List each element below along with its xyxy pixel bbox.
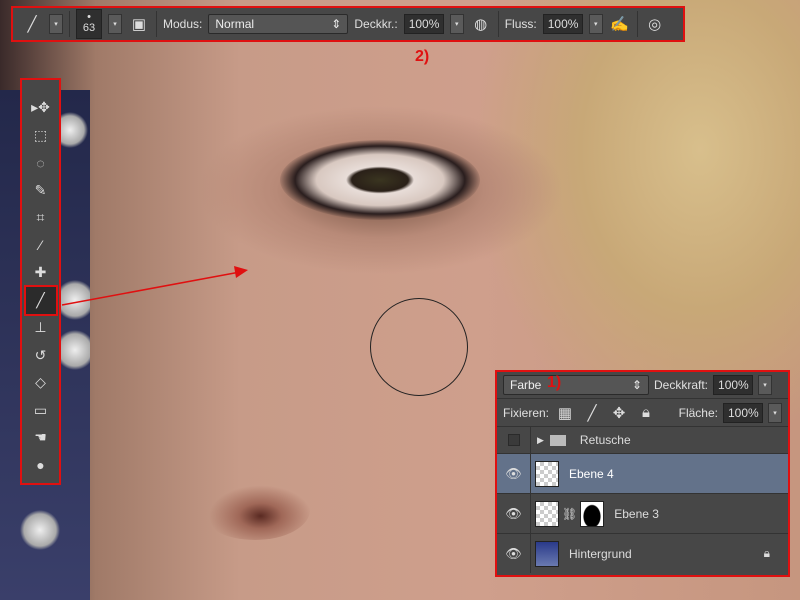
eyedropper-tool[interactable]: ⁄	[26, 232, 56, 260]
brush-icon: ╱	[36, 291, 45, 308]
crop-icon: ⌗	[36, 209, 45, 226]
brush-size: 63	[82, 22, 96, 34]
lock-pixels-icon[interactable]: ╱	[581, 404, 603, 422]
marquee-tool[interactable]: ⬚	[26, 122, 56, 150]
layer-group-retusche[interactable]: ▶ Retusche	[497, 426, 788, 453]
smudge-icon: ☚	[34, 429, 47, 446]
layer-ebene-4[interactable]: 👁︎ Ebene 4	[497, 453, 788, 493]
lock-position-icon[interactable]: ✥	[608, 404, 630, 422]
history-brush-icon: ↺	[34, 346, 47, 363]
layer-mask-thumbnail[interactable]	[580, 500, 605, 527]
layer-thumbnail	[535, 500, 559, 527]
layer-opacity-input[interactable]: 100%	[713, 375, 754, 395]
eye-icon[interactable]: 👁︎	[497, 534, 531, 573]
brush-panel-icon[interactable]: ▣	[128, 15, 150, 33]
lasso-icon: ◌	[36, 154, 45, 171]
fill-dropdown[interactable]: ▾	[768, 402, 782, 423]
opacity-label: Deckkr.:	[354, 17, 398, 31]
clone-stamp-icon: ⊥	[34, 319, 47, 336]
mode-label: Modus:	[163, 17, 203, 31]
blend-mode-value: Farbe	[510, 378, 542, 392]
lasso-tool[interactable]: ◌	[26, 149, 56, 177]
layer-thumbnail	[535, 540, 559, 567]
visibility-checkbox[interactable]	[507, 434, 520, 446]
gradient-tool[interactable]: ▭	[26, 397, 56, 425]
eyedropper-icon: ⁄	[39, 237, 42, 254]
brush-size-picker[interactable]: • 63	[76, 9, 102, 39]
flow-label: Fluss:	[504, 17, 537, 31]
gradient-icon: ▭	[33, 401, 48, 418]
layer-thumbnail	[535, 460, 559, 487]
mode-value: Normal	[215, 17, 255, 31]
crop-tool[interactable]: ⌗	[26, 204, 56, 232]
fill-input[interactable]: 100%	[723, 402, 763, 423]
clone-stamp-tool[interactable]: ⊥	[26, 314, 56, 342]
marquee-icon: ⬚	[33, 126, 48, 143]
smudge-tool[interactable]: ☚	[26, 424, 56, 452]
layer-opacity-dropdown[interactable]: ▾	[758, 375, 773, 395]
airbrush-icon[interactable]: ✍	[609, 15, 631, 33]
eye-icon[interactable]: 👁︎	[497, 454, 531, 493]
healing-brush-icon: ✚	[34, 264, 47, 281]
healing-brush-tool[interactable]: ✚	[26, 259, 56, 287]
dodge-tool[interactable]: ●	[26, 452, 56, 480]
tool-preset-dropdown[interactable]: ▾	[49, 14, 63, 34]
folder-icon	[549, 434, 566, 446]
layer-ebene-3[interactable]: 👁︎ ⛓ Ebene 3	[497, 493, 788, 533]
lock-all-icon[interactable]: 🔒︎	[635, 404, 657, 421]
brush-icon[interactable]: ╱	[21, 15, 43, 33]
opacity-input[interactable]: 100%	[403, 14, 444, 34]
pressure-size-icon[interactable]: ◎	[644, 15, 666, 33]
blend-mode-select[interactable]: Farbe ⇕	[503, 375, 649, 395]
eye-icon[interactable]: 👁︎	[497, 494, 531, 533]
history-brush-tool[interactable]: ↺	[26, 342, 56, 370]
quick-selection-tool[interactable]: ✎	[26, 177, 56, 205]
link-icon[interactable]: ⛓	[562, 507, 577, 521]
layer-name: Hintergrund	[569, 546, 632, 561]
lock-label: Fixieren:	[503, 405, 550, 420]
brush-picker-dropdown[interactable]: ▾	[108, 14, 122, 34]
pressure-opacity-icon[interactable]: ◍	[470, 15, 492, 33]
dodge-icon: ●	[36, 457, 45, 474]
lock-transparency-icon[interactable]: ▦	[554, 404, 576, 422]
layer-name: Ebene 4	[569, 466, 614, 481]
move-tool[interactable]: ▸✥	[26, 94, 56, 122]
annotation-2: 2)	[415, 48, 430, 65]
options-bar: ╱ ▾ • 63 ▾ ▣ Modus: Normal ⇕ Deckkr.: 100% ▾ …	[11, 6, 685, 42]
layer-hintergrund[interactable]: 👁︎ Hintergrund 🔒︎	[497, 533, 788, 573]
flow-input[interactable]: 100%	[542, 14, 583, 34]
opacity-dropdown[interactable]: ▾	[449, 14, 464, 34]
expand-triangle-icon[interactable]: ▶	[537, 435, 544, 446]
fill-label: Fläche:	[678, 405, 718, 420]
layer-name: Ebene 3	[614, 506, 659, 521]
flow-dropdown[interactable]: ▾	[588, 14, 603, 34]
quick-selection-icon: ✎	[34, 181, 47, 198]
layer-opacity-label: Deckkraft:	[654, 378, 709, 392]
brush-tool[interactable]: ╱	[23, 284, 58, 316]
annotation-1: 1)	[547, 374, 562, 391]
eraser-tool[interactable]: ◇	[26, 369, 56, 397]
tools-panel: ▸✥ ⬚ ◌ ✎ ⌗ ⁄ ✚ ╱ ⊥ ↺ ◇ ▭ ☚ ●	[20, 78, 61, 485]
lock-icon: 🔒︎	[763, 546, 770, 560]
mode-select[interactable]: Normal ⇕	[208, 14, 349, 34]
eraser-icon: ◇	[35, 374, 46, 391]
move-icon: ▸✥	[31, 99, 50, 116]
layers-panel: Farbe ⇕ 1) Deckkraft: 100% ▾ Fixieren: ▦ ╱…	[495, 370, 790, 577]
layer-name: Retusche	[579, 433, 631, 447]
